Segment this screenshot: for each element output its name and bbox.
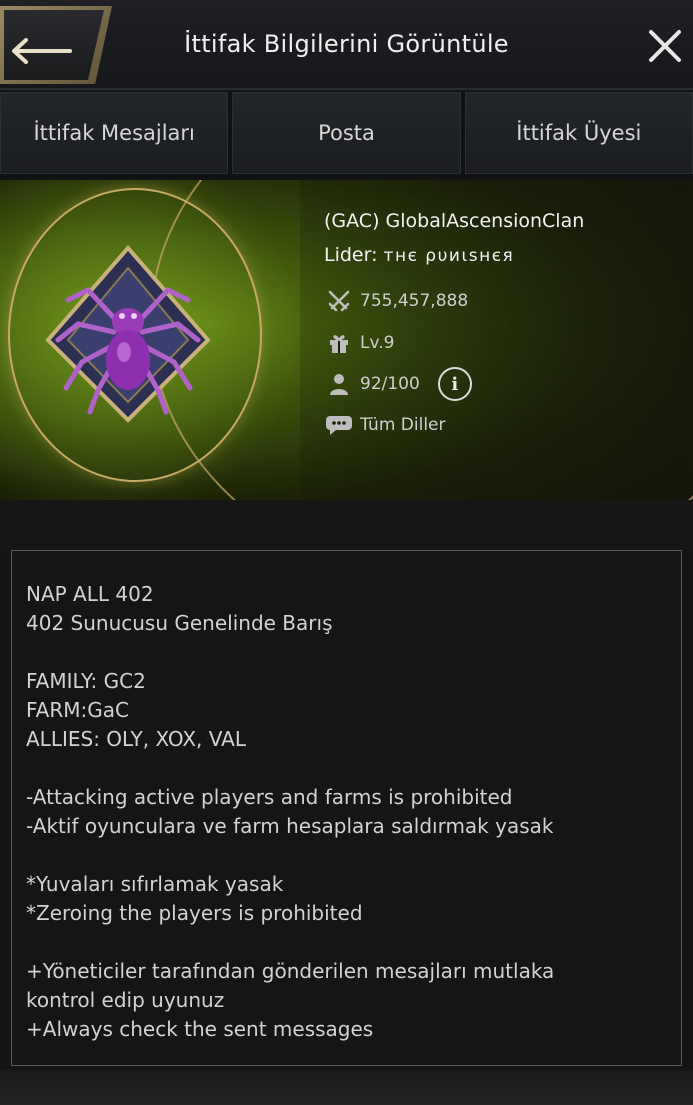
tab-alliance-messages[interactable]: İttifak Mesajları [0, 92, 229, 174]
alliance-emblem[interactable] [38, 240, 218, 430]
level-value: Lv.9 [360, 333, 395, 353]
description-line: FARM:GaC [26, 698, 129, 722]
description-line: -Attacking active players and farms is p… [26, 785, 513, 809]
alliance-description: NAP ALL 402 402 Sunucusu Genelinde Barış… [11, 550, 682, 1066]
back-arrow-icon [12, 38, 72, 64]
members-value: 92/100 [360, 374, 420, 394]
leader-name[interactable]: ᴛʜє ρυиιѕнєя [384, 246, 515, 266]
bottom-strip [0, 1070, 693, 1105]
description-line: 402 Sunucusu Genelinde Barış [26, 611, 333, 635]
power-value: 755,457,888 [360, 291, 469, 311]
tab-alliance-member[interactable]: İttifak Üyesi [464, 92, 693, 174]
description-line: +Yöneticiler tarafından gönderilen mesaj… [26, 959, 555, 983]
members-stat: 92/100 i [326, 367, 472, 401]
description-line: *Yuvaları sıfırlamak yasak [26, 872, 284, 896]
gift-icon [326, 330, 352, 356]
description-line: ALLIES: OLY, XOX, VAL [26, 727, 246, 751]
description-line: -Aktif oyunculara ve farm hesaplara sald… [26, 814, 554, 838]
description-line [26, 841, 667, 870]
description-line: kontrol edip uyunuz [26, 988, 225, 1012]
page-title: İttifak Bilgilerini Görüntüle [184, 30, 509, 58]
crossed-swords-icon [326, 288, 352, 314]
power-stat: 755,457,888 [326, 288, 468, 314]
description-line [26, 638, 667, 667]
top-bar: İttifak Bilgilerini Görüntüle [0, 0, 693, 90]
person-icon [326, 371, 352, 397]
description-line: FAMILY: GC2 [26, 669, 146, 693]
language-stat: Tüm Diller [326, 412, 446, 438]
description-line: *Zeroing the players is prohibited [26, 901, 363, 925]
level-stat: Lv.9 [326, 330, 394, 356]
close-icon[interactable] [645, 26, 685, 66]
description-line: NAP ALL 402 [26, 582, 154, 606]
alliance-banner: (GAC) GlobalAscensionClan Lider: ᴛʜє ρυи… [0, 180, 693, 500]
description-line: +Always check the sent messages [26, 1017, 374, 1041]
description-line [26, 754, 667, 783]
leader-row: Lider: ᴛʜє ρυиιѕнєя [324, 244, 514, 266]
tab-bar: İttifak Mesajları Posta İttifak Üyesi [0, 92, 693, 178]
description-line [26, 928, 667, 957]
tab-mail[interactable]: Posta [232, 92, 461, 174]
alliance-name: (GAC) GlobalAscensionClan [324, 210, 585, 232]
info-icon[interactable]: i [437, 367, 472, 401]
leader-label: Lider: [324, 244, 378, 266]
language-value: Tüm Diller [360, 415, 446, 435]
back-button[interactable] [0, 6, 112, 84]
chat-bubble-icon [326, 412, 352, 438]
